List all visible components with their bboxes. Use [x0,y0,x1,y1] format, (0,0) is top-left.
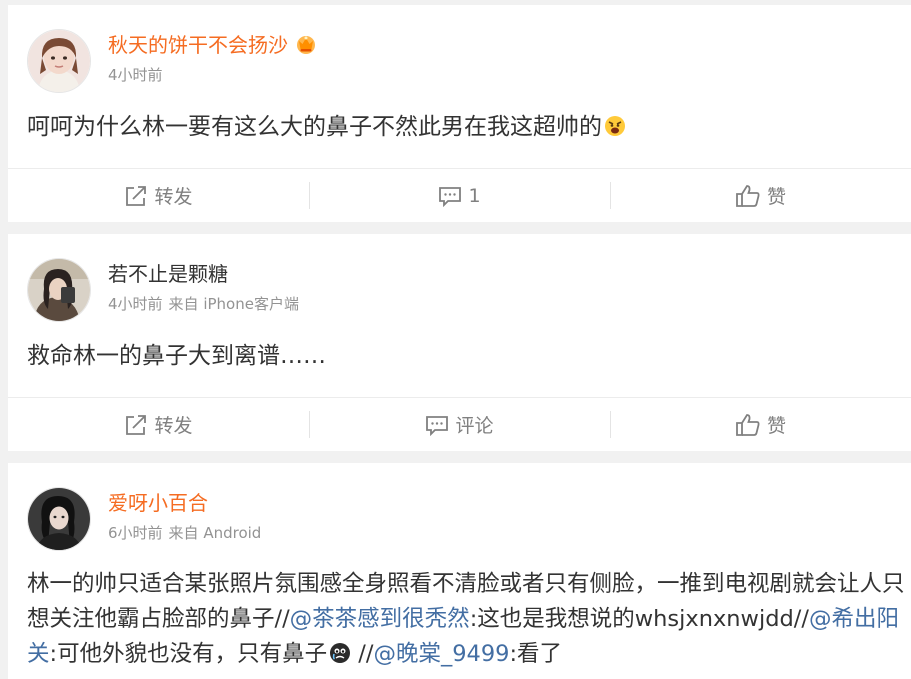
post-time[interactable]: 4小时前 [108,295,163,313]
share-icon [126,185,147,206]
avatar[interactable] [27,29,91,93]
crying-emoji-icon [329,640,351,663]
post-source: 来自 Android [168,524,262,542]
crown-badge-icon [294,33,318,60]
username-text[interactable]: 爱呀小百合 [108,491,208,515]
post-actions: 转发 评论 赞 [8,397,911,451]
post-text-content: :看了 [509,641,563,667]
post-time[interactable]: 4小时前 [108,66,163,84]
avatar[interactable] [27,258,91,322]
username[interactable]: 爱呀小百合 [108,491,208,515]
username[interactable]: 秋天的饼干不会扬沙 [108,33,318,60]
post-meta: 6小时前 来自 Android [108,523,261,543]
post-text-content: 救命林一的鼻子大到离谱…… [27,343,326,369]
like-button[interactable]: 赞 [610,398,911,451]
mention-link[interactable]: @晚棠_9499 [373,641,509,667]
username-text[interactable]: 若不止是颗糖 [108,262,228,286]
post-meta: 4小时前 来自 iPhone客户端 [108,294,299,314]
post-card: 若不止是颗糖 4小时前 来自 iPhone客户端 救命林一的鼻子大到离谱…… 转发… [8,234,911,451]
post-source: 来自 iPhone客户端 [168,295,299,313]
comment-button[interactable]: 1 [309,169,610,222]
thumbs-up-icon [736,184,760,207]
repost-button[interactable]: 转发 [8,169,309,222]
post-text-content: // [351,641,374,667]
post-card: 秋天的饼干不会扬沙 4小时前 呵呵为什么林一要有这么大的鼻子不然此男在我这超帅的… [8,5,911,222]
like-label: 赞 [766,186,786,208]
comment-label: 评论 [455,415,494,437]
username-text[interactable]: 秋天的饼干不会扬沙 [108,33,288,57]
post-card: 爱呀小百合 6小时前 来自 Android 林一的帅只适合某张照片氛围感全身照看不… [8,463,911,679]
comment-icon [426,415,449,436]
post-text-content: 呵呵为什么林一要有这么大的鼻子不然此男在我这超帅的 [27,114,602,140]
like-button[interactable]: 赞 [610,169,911,222]
username[interactable]: 若不止是颗糖 [108,262,228,286]
post-actions: 转发 1 赞 [8,168,911,222]
comment-count: 1 [468,184,481,207]
post-text: 呵呵为什么林一要有这么大的鼻子不然此男在我这超帅的 [27,111,907,143]
avatar[interactable] [27,487,91,551]
like-label: 赞 [766,415,786,437]
post-text-content: :这也是我想说的whsjxnxnwjdd// [469,606,809,632]
repost-button[interactable]: 转发 [8,398,309,451]
post-meta: 4小时前 [108,65,163,85]
post-text-content: :可他外貌也没有，只有鼻子 [49,641,328,667]
share-icon [126,414,147,435]
post-time[interactable]: 6小时前 [108,524,163,542]
post-text: 林一的帅只适合某张照片氛围感全身照看不清脸或者只有侧脸，一推到电视剧就会让人只想… [27,567,907,672]
comment-icon [439,186,462,207]
thumbs-up-icon [736,413,760,436]
angry-emoji-icon [604,114,626,136]
repost-label: 转发 [154,415,193,437]
post-text: 救命林一的鼻子大到离谱…… [27,340,907,372]
comment-button[interactable]: 评论 [309,398,610,451]
mention-link[interactable]: @茶茶感到很秃然 [290,606,470,632]
repost-label: 转发 [154,186,193,208]
